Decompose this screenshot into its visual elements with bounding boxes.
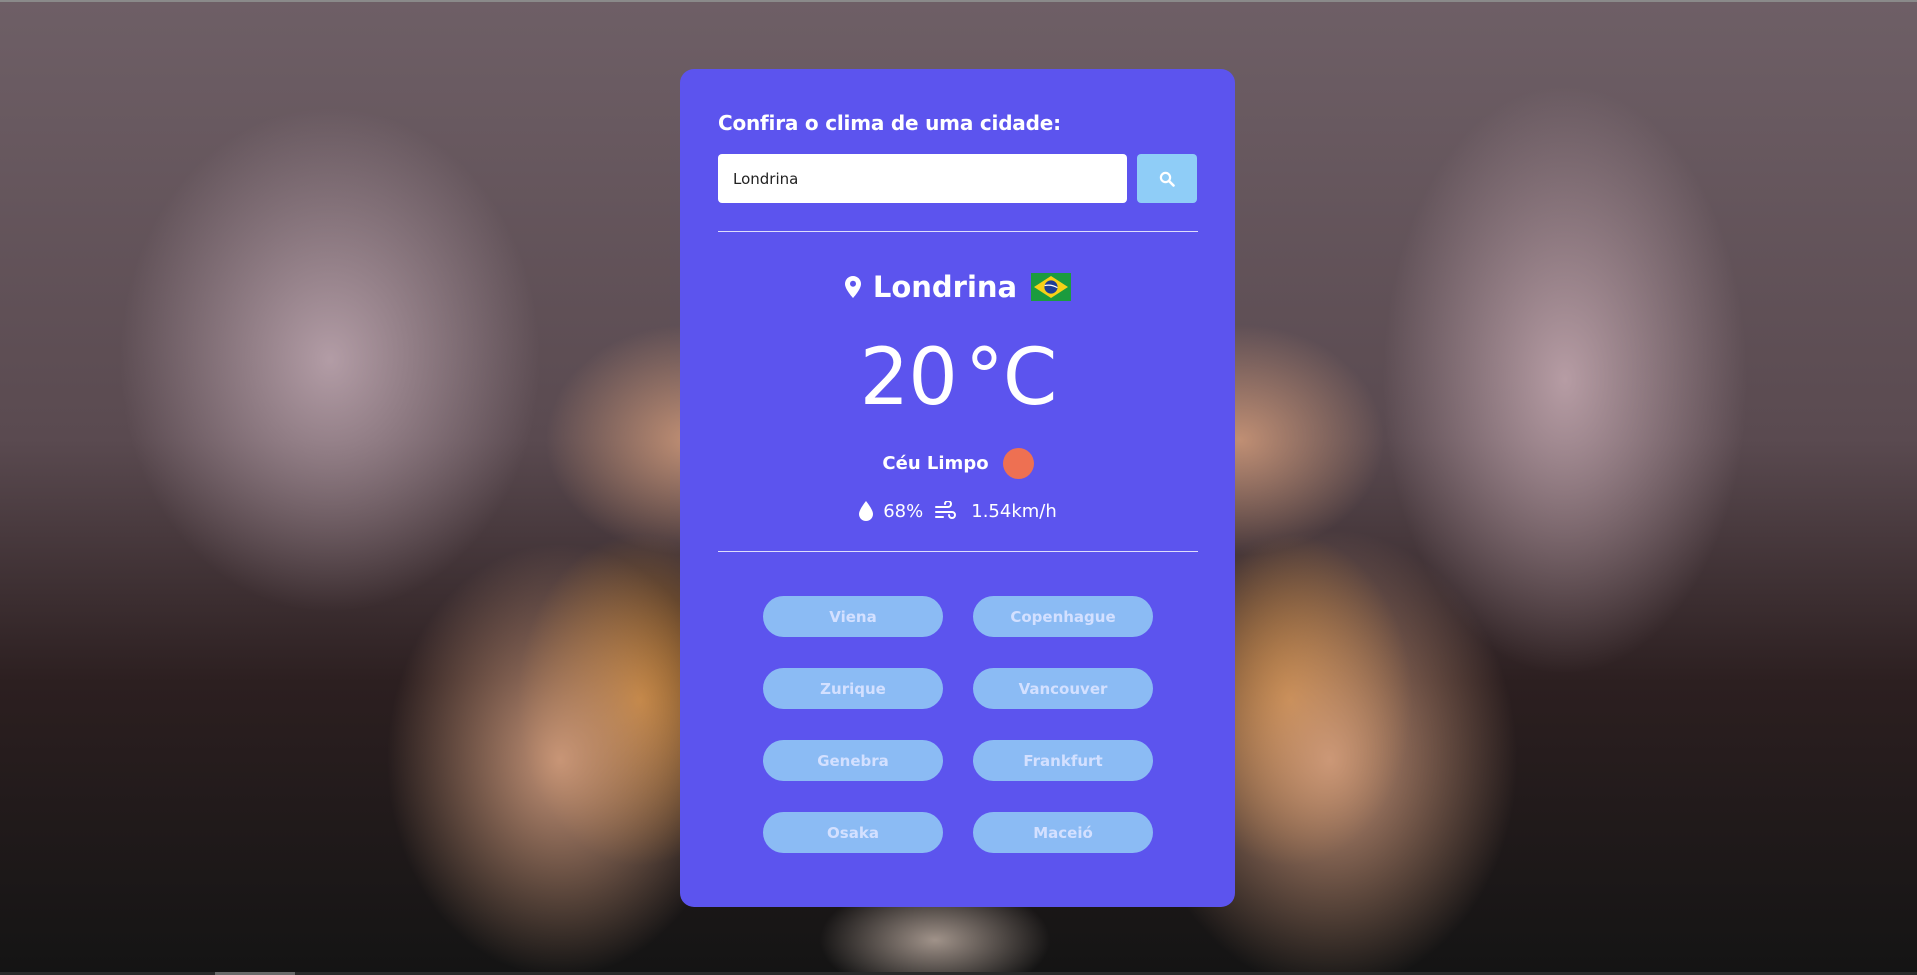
suggested-city-button[interactable]: Copenhague — [973, 596, 1153, 637]
search-icon — [1159, 171, 1175, 187]
suggested-city-button[interactable]: Viena — [763, 596, 943, 637]
weather-card: Confira o clima de uma cidade: Londrina — [680, 69, 1235, 907]
weather-data: Londrina 20 °C Céu Limpo 68% 1.54km/h — [718, 267, 1198, 523]
weather-condition-icon — [1002, 447, 1034, 479]
location-pin-icon — [844, 276, 861, 298]
temperature-value: 20 — [859, 333, 958, 423]
suggested-city-button[interactable]: Genebra — [763, 740, 943, 781]
divider — [718, 231, 1198, 232]
divider — [718, 551, 1198, 552]
temperature: 20 °C — [718, 333, 1198, 423]
city-name: Londrina — [872, 270, 1018, 304]
wind-value: 1.54km/h — [971, 500, 1057, 522]
suggested-cities: Viena Copenhague Zurique Vancouver Geneb… — [718, 596, 1198, 853]
description-row: Céu Limpo — [718, 447, 1198, 479]
humidity-value: 68% — [883, 500, 924, 522]
suggested-city-button[interactable]: Osaka — [763, 812, 943, 853]
weather-description: Céu Limpo — [882, 452, 989, 474]
humidity-drop-icon — [859, 501, 874, 521]
suggested-city-button[interactable]: Maceió — [973, 812, 1153, 853]
form-title: Confira o clima de uma cidade: — [718, 111, 1061, 135]
city-heading: Londrina — [718, 267, 1198, 307]
wind-icon — [935, 501, 957, 521]
search-row — [718, 154, 1197, 203]
details-row: 68% 1.54km/h — [718, 499, 1198, 523]
window-top-border — [0, 0, 1917, 2]
brazil-flag-icon — [1031, 273, 1072, 301]
suggested-city-button[interactable]: Zurique — [763, 668, 943, 709]
city-search-input[interactable] — [718, 154, 1128, 203]
suggested-city-button[interactable]: Frankfurt — [973, 740, 1153, 781]
search-button[interactable] — [1137, 154, 1197, 203]
suggested-city-button[interactable]: Vancouver — [973, 668, 1153, 709]
temperature-unit: °C — [964, 333, 1057, 423]
